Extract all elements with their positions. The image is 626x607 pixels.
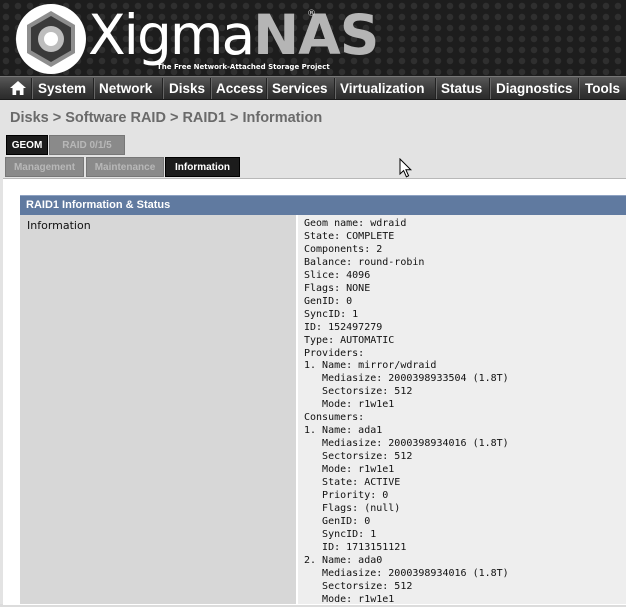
nav-item-system[interactable]: System: [38, 77, 86, 100]
info-line: SyncID: 1: [304, 308, 359, 320]
info-line: Priority: 0: [304, 490, 389, 502]
info-line: 1. Name: ada1: [304, 425, 383, 437]
info-line: Type: AUTOMATIC: [304, 334, 395, 346]
info-line: Flags: (null): [304, 502, 401, 514]
nav-item-network[interactable]: Network: [99, 77, 152, 100]
info-line: Mediasize: 2000398934016 (1.8T): [304, 438, 509, 450]
info-line: Balance: round-robin: [304, 256, 425, 268]
info-line: Sectorsize: 512: [304, 386, 413, 398]
tab-management[interactable]: Management: [5, 157, 84, 177]
info-line: Mode: r1w1e1: [304, 593, 395, 605]
info-line: 2. Name: ada0: [304, 554, 383, 566]
main-navbar: System Network Disks Access Services Vir…: [0, 76, 626, 100]
tab-maintenance[interactable]: Maintenance: [86, 157, 164, 177]
nav-item-diagnostics[interactable]: Diagnostics: [496, 77, 573, 100]
info-line: GenID: 0: [304, 515, 371, 527]
info-line: Sectorsize: 512: [304, 451, 413, 463]
nav-separator: [435, 78, 437, 99]
info-line: SyncID: 1: [304, 528, 377, 540]
info-line: State: ACTIVE: [304, 477, 401, 489]
breadcrumb: Disks > Software RAID > RAID1 > Informat…: [10, 110, 323, 126]
info-line: Components: 2: [304, 243, 383, 255]
header-banner: XigmaNAS ® The Free Network-Attached Sto…: [0, 0, 626, 76]
info-line: Sectorsize: 512: [304, 580, 413, 592]
nav-separator: [489, 78, 491, 99]
nav-separator: [210, 78, 212, 99]
info-line: GenID: 0: [304, 295, 353, 307]
nav-item-tools[interactable]: Tools: [585, 77, 620, 100]
logo-wordmark: XigmaNAS: [88, 0, 379, 70]
home-icon[interactable]: [10, 81, 26, 95]
logo-tagline: The Free Network-Attached Storage Projec…: [157, 63, 330, 71]
info-line: ID: 1713151121: [304, 541, 407, 553]
info-line: Mediasize: 2000398933504 (1.8T): [304, 373, 509, 385]
info-line: State: COMPLETE: [304, 230, 395, 242]
info-line: Consumers:: [304, 412, 365, 424]
info-line: Geom name: wdraid: [304, 218, 407, 229]
info-line: Mediasize: 2000398934016 (1.8T): [304, 567, 509, 579]
info-line: Flags: NONE: [304, 282, 371, 294]
nav-separator: [334, 78, 336, 99]
info-line: Mode: r1w1e1: [304, 464, 395, 476]
nav-item-status[interactable]: Status: [441, 77, 482, 100]
nav-item-services[interactable]: Services: [272, 77, 328, 100]
nav-item-disks[interactable]: Disks: [169, 77, 205, 100]
raid-info-output: Geom name: wdraid State: COMPLETE Compon…: [304, 218, 509, 607]
nav-separator: [266, 78, 268, 99]
nav-separator: [31, 78, 33, 99]
info-line: 1. Name: mirror/wdraid: [304, 360, 437, 372]
info-label-cell: [20, 215, 296, 604]
tab-raid-015[interactable]: RAID 0/1/5: [49, 135, 125, 155]
nav-separator: [162, 78, 164, 99]
logo-text-xigma: Xigma: [88, 3, 255, 67]
panel-title: RAID1 Information & Status: [20, 195, 626, 215]
info-line: Slice: 4096: [304, 269, 371, 281]
mouse-cursor-icon: [399, 158, 413, 178]
nav-separator: [93, 78, 95, 99]
info-line: ID: 152497279: [304, 321, 383, 333]
registered-mark: ®: [307, 9, 316, 19]
info-line: Mode: r1w1e1: [304, 399, 395, 411]
tab-geom[interactable]: GEOM: [6, 135, 48, 155]
nav-item-virtualization[interactable]: Virtualization: [340, 77, 425, 100]
tab-information[interactable]: Information: [165, 157, 240, 177]
info-label: Information: [27, 219, 91, 232]
nav-item-access[interactable]: Access: [216, 77, 263, 100]
xigmanas-logo-icon: [16, 4, 86, 74]
info-line: Providers:: [304, 347, 365, 359]
nav-separator: [578, 78, 580, 99]
